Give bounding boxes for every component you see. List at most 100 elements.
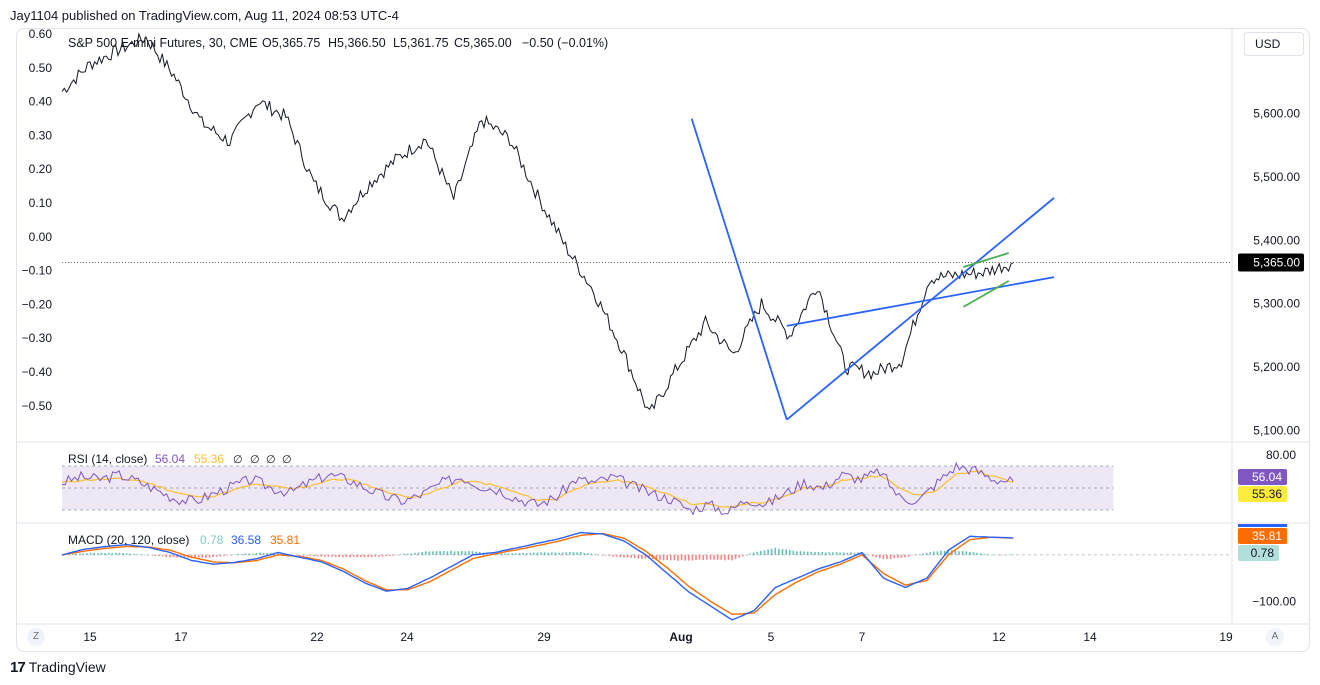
macd-histogram-bar — [381, 554, 384, 557]
macd-histogram-bar — [453, 551, 456, 555]
macd-histogram-bar — [197, 554, 200, 558]
symbol-title[interactable]: S&P 500 E-mini Futures, 30, CME — [68, 36, 257, 50]
macd-histogram-bar — [421, 551, 423, 555]
macd-histogram-bar — [115, 552, 117, 555]
macd-histogram-bar — [673, 554, 676, 561]
auto-scale-left-button[interactable]: Z — [27, 628, 45, 646]
macd-histogram-bar — [965, 551, 968, 555]
macd-histogram-bar — [806, 551, 809, 555]
macd-histogram-bar — [89, 552, 92, 555]
price-axis-tick-label: 5,200.00 — [1253, 360, 1300, 374]
time-axis-tick-label: 12 — [992, 630, 1006, 644]
rsi-na-marker: ∅ — [233, 454, 243, 466]
time-axis-tick-label: 29 — [537, 630, 551, 644]
macd-histogram-bar — [446, 551, 449, 555]
macd-histogram-bar — [990, 554, 993, 556]
macd-histogram-bar — [507, 553, 510, 555]
macd-histogram-bar — [727, 554, 730, 561]
ohlc-open: O5,365.75 — [262, 36, 320, 50]
macd-histogram-bar — [457, 551, 459, 555]
macd-histogram-bar — [543, 552, 546, 555]
macd-histogram-bar — [716, 554, 719, 560]
macd-histogram-bar — [327, 554, 330, 557]
macd-histogram-bar — [561, 552, 564, 555]
macd-histogram-bar — [511, 553, 514, 555]
macd-legend-label[interactable]: MACD (20, 120, close) — [68, 533, 189, 547]
macd-histogram-bar — [125, 553, 128, 555]
macd-histogram-bar — [540, 552, 542, 555]
macd-histogram-bar — [623, 554, 625, 558]
macd-histogram-bar — [954, 550, 957, 555]
price-axis-tick-label: 5,400.00 — [1253, 233, 1300, 247]
macd-histogram-bar — [871, 554, 874, 557]
tradingview-logo[interactable]: 17 TradingView — [10, 659, 106, 676]
macd-histogram-bar — [900, 554, 903, 558]
currency-button[interactable]: USD — [1244, 32, 1304, 56]
left-axis-tick-label: 0.60 — [29, 27, 53, 41]
macd-histogram-bar — [388, 554, 391, 557]
macd-histogram-bar — [241, 554, 243, 555]
macd-signal-badge-label: 35.81 — [1252, 529, 1282, 543]
macd-histogram-bar — [868, 554, 870, 556]
macd-histogram-bar — [82, 553, 85, 555]
macd-histogram-bar — [770, 548, 773, 555]
macd-histogram-bar — [799, 551, 802, 555]
macd-histogram-bar — [172, 554, 175, 558]
macd-histogram-bar — [630, 554, 632, 558]
macd-histogram-bar — [468, 551, 470, 555]
macd-histogram-bar — [886, 554, 888, 559]
macd-histogram-bar — [75, 553, 78, 555]
macd-histogram-bar — [122, 553, 124, 555]
macd-histogram-bar — [331, 554, 333, 557]
macd-histogram-bar — [111, 553, 114, 555]
macd-histogram-bar — [219, 554, 222, 557]
time-axis-tick-label: Aug — [669, 630, 692, 644]
macd-histogram-bar — [997, 554, 1000, 556]
macd-histogram-bar — [781, 549, 784, 555]
macd-histogram-bar — [662, 554, 665, 561]
price-pane — [61, 32, 1232, 421]
macd-histogram-bar — [237, 553, 240, 555]
left-axis-tick-label: 0.50 — [29, 61, 53, 75]
chart-canvas[interactable]: 5,700.005,600.005,500.005,400.005,300.00… — [0, 0, 1320, 685]
macd-histogram-bar — [338, 554, 341, 558]
macd-histogram-bar — [619, 554, 622, 558]
macd-histogram-bar — [752, 552, 755, 555]
macd-histogram-bar — [821, 551, 823, 555]
macd-histogram-bar — [313, 554, 315, 557]
left-axis-tick-label: −0.30 — [22, 331, 53, 345]
macd-histogram-bar — [295, 554, 297, 556]
macd-histogram-bar — [878, 554, 881, 559]
macd-histogram-bar — [1005, 554, 1007, 556]
macd-histogram-bar — [1001, 554, 1004, 556]
macd-histogram-bar — [309, 554, 312, 556]
macd-histogram-bar — [929, 552, 932, 555]
macd-histogram-bar — [641, 554, 643, 559]
macd-histogram-bar — [569, 552, 571, 555]
macd-histogram-bar — [774, 547, 777, 555]
macd-histogram-bar — [734, 554, 737, 559]
macd-histogram-bar — [151, 554, 153, 556]
macd-histogram-bar — [536, 552, 539, 555]
ohlc-high: H5,366.50 — [328, 36, 386, 50]
macd-histogram-bar — [918, 554, 921, 555]
left-axis-tick-label: 0.40 — [29, 95, 53, 109]
macd-histogram-bar — [140, 554, 142, 555]
macd-histogram-bar — [767, 549, 769, 555]
macd-histogram-bar — [626, 554, 629, 558]
macd-histogram-bar — [212, 554, 214, 558]
macd-histogram-bar — [587, 553, 589, 555]
macd-histogram-bar — [378, 554, 380, 557]
macd-histogram-bar — [842, 552, 845, 555]
price-axis-tick-label: 5,600.00 — [1253, 107, 1300, 121]
rsi-value-badge-label: 56.04 — [1252, 470, 1282, 484]
macd-histogram-bar — [853, 552, 856, 555]
macd-histogram-bar — [334, 554, 337, 557]
auto-scale-right-button[interactable]: A — [1266, 628, 1284, 646]
macd-histogram-bar — [500, 553, 503, 555]
macd-histogram-bar — [824, 552, 827, 555]
macd-histogram-bar — [515, 553, 517, 555]
rsi-legend-label[interactable]: RSI (14, close) — [68, 452, 147, 466]
macd-histogram-bar — [93, 553, 96, 555]
macd-histogram-bar — [846, 552, 849, 555]
